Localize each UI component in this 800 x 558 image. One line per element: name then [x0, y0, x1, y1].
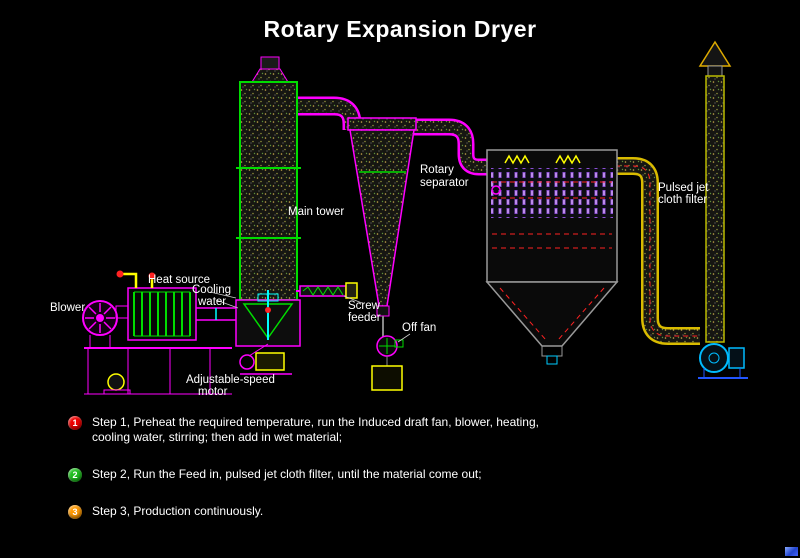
corner-logo — [785, 547, 798, 556]
label-off-fan: Off fan — [402, 322, 436, 334]
main-tower — [236, 57, 301, 300]
adjustable-speed-motor — [240, 344, 292, 374]
label-adjustable-motor-line1: Adjustable-speed — [186, 374, 275, 386]
label-cloth-filter-line1: Pulsed jet — [658, 182, 709, 194]
label-cloth-filter-line2: cloth filter — [658, 194, 707, 206]
step-2-text: Step 2, Run the Feed in, pulsed jet clot… — [92, 467, 482, 482]
dryer-diagram-page: Rotary Expansion Dryer — [0, 0, 800, 558]
step-3-badge: 3 — [68, 505, 82, 519]
step-1-badge: 1 — [68, 416, 82, 430]
label-screw-feeder-line1: Screw — [348, 300, 381, 312]
pump — [104, 374, 130, 394]
cloth-filter — [487, 150, 617, 364]
steps-legend: 1 Step 1, Preheat the required temperatu… — [68, 415, 546, 541]
label-blower: Blower — [50, 302, 85, 314]
induced-draft-fan — [698, 344, 748, 378]
label-screw-feeder-line2: feeder — [348, 312, 381, 324]
step-row-3: 3 Step 3, Production continuously. — [68, 504, 546, 519]
off-fan — [372, 316, 403, 390]
blower — [83, 301, 128, 348]
label-cooling-water-line1: Cooling — [192, 284, 231, 296]
step-row-2: 2 Step 2, Run the Feed in, pulsed jet cl… — [68, 467, 546, 482]
step-1-text: Step 1, Preheat the required temperature… — [92, 415, 546, 445]
step-2-badge: 2 — [68, 468, 82, 482]
step-row-1: 1 Step 1, Preheat the required temperatu… — [68, 415, 546, 445]
pipe-tower-to-separator — [296, 106, 352, 130]
screw-feeder — [296, 283, 357, 298]
hot-air-duct — [196, 308, 236, 320]
label-rotary-separator-line2: separator — [420, 177, 469, 189]
pipe-separator-to-filter — [410, 127, 492, 167]
label-main-tower: Main tower — [288, 206, 344, 218]
label-cooling-water-line2: water — [197, 296, 226, 308]
step-3-text: Step 3, Production continuously. — [92, 504, 263, 519]
rotary-separator — [348, 118, 416, 316]
label-adjustable-motor-line2: motor — [198, 386, 228, 398]
label-rotary-separator-line1: Rotary — [420, 164, 454, 176]
